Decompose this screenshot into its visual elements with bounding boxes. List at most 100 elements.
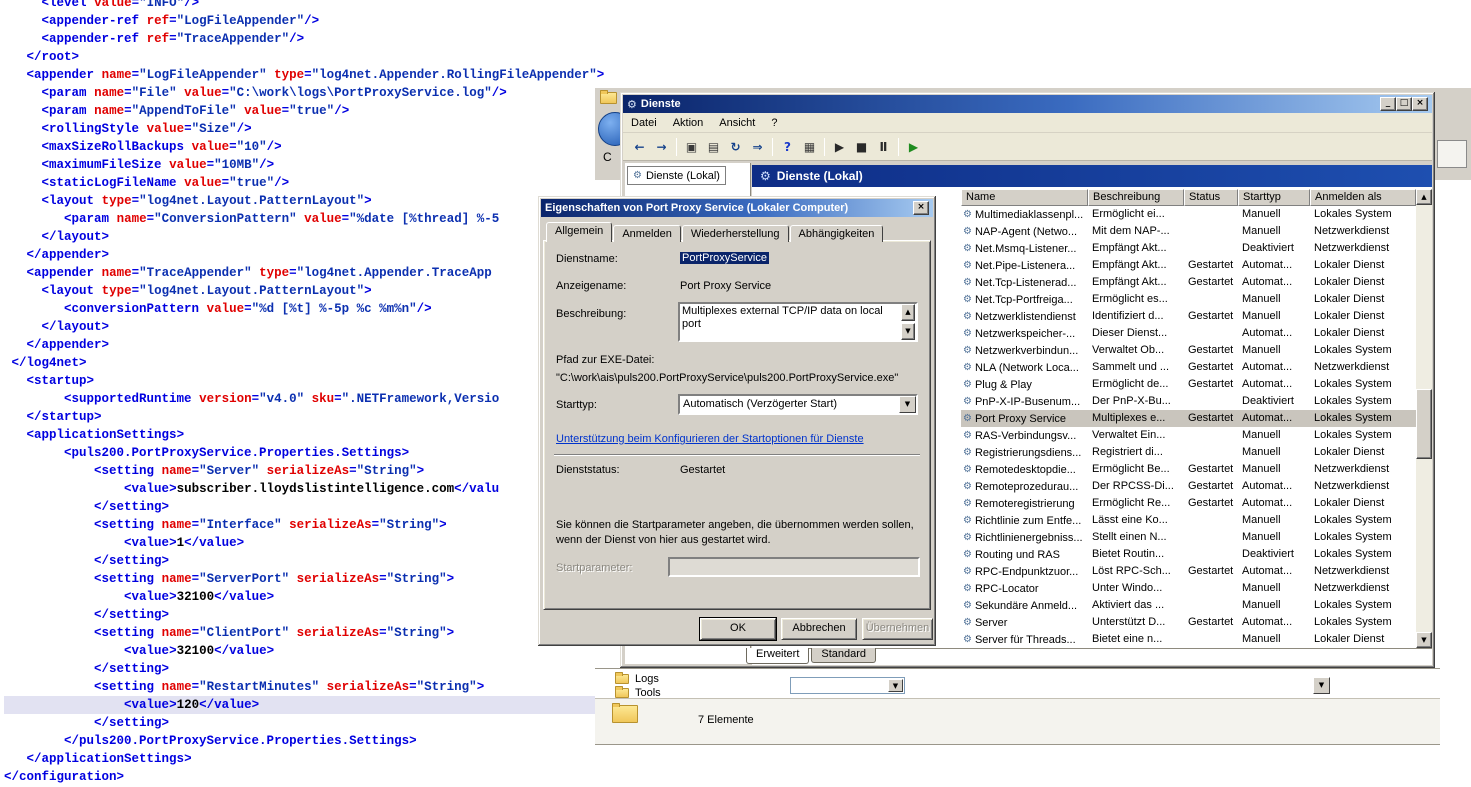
code-line[interactable]: <value>32100</value> [4, 642, 620, 660]
service-row[interactable]: ⚙NAP-Agent (Netwo...Mit dem NAP-...Manue… [961, 223, 1416, 240]
maximize-button[interactable]: □ [1396, 97, 1412, 111]
code-line[interactable]: <value>120</value> [4, 696, 620, 714]
help-icon[interactable]: ? [777, 137, 798, 157]
service-row[interactable]: ⚙RPC-LocatorUnter Windo...ManuellNetzwer… [961, 580, 1416, 597]
service-row[interactable]: ⚙Net.Msmq-Listener...Empfängt Akt...Deak… [961, 240, 1416, 257]
code-line[interactable]: <appender-ref ref="LogFileAppender"/> [4, 12, 620, 30]
service-row[interactable]: ⚙RAS-Verbindungsv...Verwaltet Ein...Manu… [961, 427, 1416, 444]
service-row[interactable]: ⚙Netzwerkverbindun...Verwaltet Ob...Gest… [961, 342, 1416, 359]
service-row[interactable]: ⚙RemoteregistrierungErmöglicht Re...Gest… [961, 495, 1416, 512]
display-name-value[interactable]: Port Proxy Service [680, 280, 771, 292]
code-line[interactable]: <appender-ref ref="TraceAppender"/> [4, 30, 620, 48]
services-list[interactable]: ⚙Multimediaklassenpl...Ermöglicht ei...M… [961, 206, 1416, 648]
code-line[interactable]: <value>1</value> [4, 534, 620, 552]
code-line[interactable]: <param name="ConversionPattern" value="%… [4, 210, 620, 228]
code-line[interactable]: <conversionPattern value="%d [%t] %-5p %… [4, 300, 620, 318]
code-line[interactable]: </layout> [4, 228, 620, 246]
code-line[interactable]: </setting> [4, 552, 620, 570]
service-row[interactable]: ⚙PnP-X-IP-Busenum...Der PnP-X-Bu...Deakt… [961, 393, 1416, 410]
service-row[interactable]: ⚙RPC-Endpunktzuor...Löst RPC-Sch...Gesta… [961, 563, 1416, 580]
tab-anmelden[interactable]: Anmelden [613, 225, 681, 242]
view-tab-standard[interactable]: Standard [811, 648, 876, 663]
service-row[interactable]: ⚙ServerUnterstützt D...GestartetAutomat.… [961, 614, 1416, 631]
folder-item-logs[interactable]: Logs [615, 672, 661, 686]
column-header-starttyp[interactable]: Starttyp [1238, 189, 1310, 206]
code-line[interactable]: <appender name="TraceAppender" type="log… [4, 264, 620, 282]
folder-item-tools[interactable]: Tools [615, 686, 661, 698]
code-line[interactable]: </setting> [4, 498, 620, 516]
code-line[interactable]: </applicationSettings> [4, 750, 620, 768]
open-window-icon[interactable]: ⇒ [747, 137, 768, 157]
service-row[interactable]: ⚙Remotedesktopdie...Ermöglicht Be...Gest… [961, 461, 1416, 478]
dialog-close-button[interactable]: × [913, 201, 929, 215]
service-row[interactable]: ⚙Plug & PlayErmöglicht de...GestartetAut… [961, 376, 1416, 393]
code-line[interactable]: </root> [4, 48, 620, 66]
menu-help[interactable]: ? [763, 117, 785, 129]
chevron-down-icon[interactable]: ▼ [899, 396, 916, 413]
code-line[interactable]: </appender> [4, 336, 620, 354]
code-line[interactable]: <setting name="Server" serializeAs="Stri… [4, 462, 620, 480]
restart-service-icon[interactable]: ▶ [903, 137, 924, 157]
service-row-selected[interactable]: ⚙Port Proxy ServiceMultiplexes e...Gesta… [961, 410, 1416, 427]
properties-icon[interactable]: ▦ [799, 137, 820, 157]
service-row[interactable]: ⚙NetzwerklistendienstIdentifiziert d...G… [961, 308, 1416, 325]
chevron-down-icon[interactable]: ▼ [888, 679, 903, 692]
scroll-up-icon[interactable]: ▲ [1416, 189, 1432, 205]
code-line[interactable]: <param name="AppendToFile" value="true"/… [4, 102, 620, 120]
code-line[interactable]: </layout> [4, 318, 620, 336]
code-line[interactable]: <maxSizeRollBackups value="10"/> [4, 138, 620, 156]
code-line[interactable]: </log4net> [4, 354, 620, 372]
code-line[interactable]: <value>32100</value> [4, 588, 620, 606]
code-line[interactable]: <applicationSettings> [4, 426, 620, 444]
services-list-scrollbar[interactable]: ▲ ▼ [1416, 189, 1432, 648]
code-line[interactable]: </startup> [4, 408, 620, 426]
xml-editor[interactable]: <level value="INFO"/> <appender-ref ref=… [0, 0, 620, 787]
tab-wiederherstellung[interactable]: Wiederherstellung [682, 225, 789, 242]
code-line[interactable]: <setting name="ServerPort" serializeAs="… [4, 570, 620, 588]
code-line[interactable]: </setting> [4, 714, 620, 732]
pause-service-icon[interactable]: Ⅱ [873, 137, 894, 157]
export-list-icon[interactable]: ▤ [703, 137, 724, 157]
code-line[interactable]: <level value="INFO"/> [4, 0, 620, 12]
forward-icon[interactable]: → [651, 137, 672, 157]
close-button[interactable]: × [1412, 97, 1428, 111]
dialog-titlebar[interactable]: Eigenschaften von Port Proxy Service (Lo… [541, 199, 933, 217]
column-header-name[interactable]: Name [961, 189, 1088, 206]
description-field[interactable]: Multiplexes external TCP/IP data on loca… [678, 302, 918, 342]
menu-aktion[interactable]: Aktion [665, 117, 712, 129]
startup-options-help-link[interactable]: Unterstützung beim Konfigurieren der Sta… [556, 433, 864, 445]
minimize-button[interactable]: _ [1380, 97, 1396, 111]
service-row[interactable]: ⚙Richtlinie zum Entfe...Lässt eine Ko...… [961, 512, 1416, 529]
scroll-up-icon[interactable]: ▲ [901, 304, 915, 321]
service-row[interactable]: ⚙Server für Threads...Bietet eine n...Ma… [961, 631, 1416, 648]
code-line[interactable]: <maximumFileSize value="10MB"/> [4, 156, 620, 174]
service-row[interactable]: ⚙Net.Tcp-Listenerad...Empfängt Akt...Ges… [961, 274, 1416, 291]
service-row[interactable]: ⚙Sekundäre Anmeld...Aktiviert das ...Man… [961, 597, 1416, 614]
code-line[interactable]: <supportedRuntime version="v4.0" sku=".N… [4, 390, 620, 408]
service-row[interactable]: ⚙Netzwerkspeicher-...Dieser Dienst...Aut… [961, 325, 1416, 342]
service-row[interactable]: ⚙Routing und RASBietet Routin...Deaktivi… [961, 546, 1416, 563]
stop-service-icon[interactable]: ■ [851, 137, 872, 157]
code-line[interactable]: <value>subscriber.lloydslistintelligence… [4, 480, 620, 498]
start-params-input[interactable] [668, 557, 920, 577]
service-row[interactable]: ⚙Remoteprozedurau...Der RPCSS-Di...Gesta… [961, 478, 1416, 495]
scrollbar-thumb[interactable] [1416, 389, 1432, 459]
service-row[interactable]: ⚙Multimediaklassenpl...Ermöglicht ei...M… [961, 206, 1416, 223]
scroll-down-icon[interactable]: ▼ [901, 323, 915, 340]
code-line[interactable]: </puls200.PortProxyService.Properties.Se… [4, 732, 620, 750]
tab-abhangigkeiten[interactable]: Abhängigkeiten [790, 225, 884, 242]
code-line[interactable]: <setting name="Interface" serializeAs="S… [4, 516, 620, 534]
code-line[interactable]: <layout type="log4net.Layout.PatternLayo… [4, 282, 620, 300]
column-header-anmelden-als[interactable]: Anmelden als [1310, 189, 1416, 206]
menu-ansicht[interactable]: Ansicht [711, 117, 763, 129]
start-service-icon[interactable]: ▶ [829, 137, 850, 157]
code-line[interactable]: <setting name="RestartMinutes" serialize… [4, 678, 620, 696]
code-line[interactable]: <param name="File" value="C:\work\logs\P… [4, 84, 620, 102]
tab-allgemein[interactable]: Allgemein [546, 222, 612, 242]
service-row[interactable]: ⚙Registrierungsdiens...Registriert di...… [961, 444, 1416, 461]
service-row[interactable]: ⚙Net.Pipe-Listenera...Empfängt Akt...Ges… [961, 257, 1416, 274]
code-line[interactable]: <appender name="LogFileAppender" type="l… [4, 66, 620, 84]
background-dropdown-button[interactable]: ▼ [1313, 677, 1330, 694]
column-header-beschreibung[interactable]: Beschreibung [1088, 189, 1184, 206]
refresh-icon[interactable]: ↻ [725, 137, 746, 157]
